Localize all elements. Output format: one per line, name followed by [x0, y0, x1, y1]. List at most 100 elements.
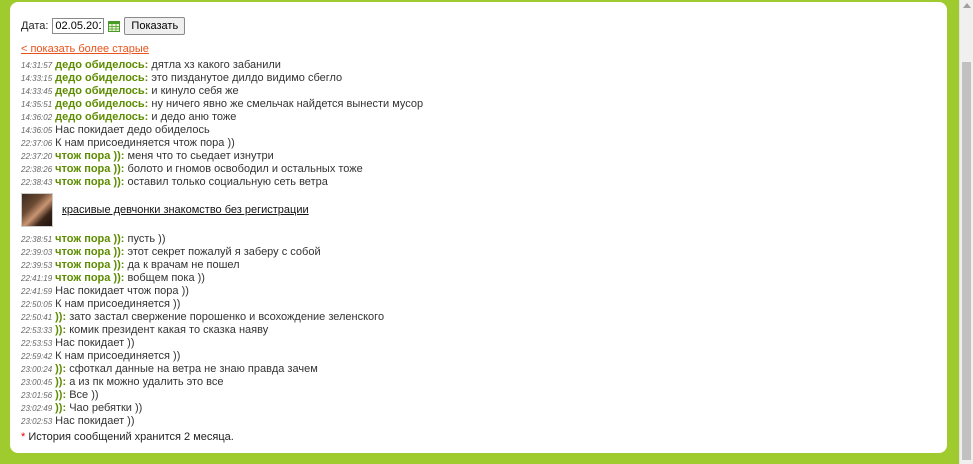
message-time: 14:36:02: [21, 113, 53, 122]
message-nick[interactable]: )):: [55, 311, 66, 323]
message-row: 14:31:57 дедо обиделось: дятла хз какого …: [21, 59, 921, 72]
date-label: Дата:: [21, 20, 49, 32]
message-row: 14:33:15 дедо обиделось: это пизданутое д…: [21, 72, 921, 85]
message-nick[interactable]: дедо обиделось:: [55, 85, 148, 97]
message-text: Нас покидает )): [55, 415, 135, 427]
message-row: 22:39:53 чтож пора )): да к врачам не пош…: [21, 259, 921, 272]
ad-photo[interactable]: [21, 193, 53, 227]
message-time: 14:33:45: [21, 87, 53, 96]
message-time: 22:53:33: [21, 326, 53, 335]
ad-link[interactable]: красивые девчонки знакомство без регистр…: [62, 204, 309, 216]
message-time: 23:02:53: [21, 417, 53, 426]
message-nick[interactable]: чтож пора )):: [55, 233, 124, 245]
message-row: 23:02:53 Нас покидает )): [21, 415, 921, 428]
message-time: 22:53:53: [21, 339, 53, 348]
message-nick[interactable]: )):: [55, 389, 66, 401]
scroll-up-icon[interactable]: [963, 3, 971, 8]
message-time: 23:01:56: [21, 391, 53, 400]
message-text: Нас покидает чтож пора )): [55, 285, 189, 297]
message-text: К нам присоединяется )): [55, 298, 181, 310]
date-input[interactable]: [52, 18, 105, 34]
message-time: 23:00:24: [21, 365, 53, 374]
message-text: Чао ребятки )): [69, 402, 143, 414]
ad-block: красивые девчонки знакомство без регистр…: [21, 192, 921, 228]
message-list: 14:31:57 дедо обиделось: дятла хз какого …: [21, 59, 921, 428]
message-text: этот секрет пожалуй я заберу с собой: [127, 246, 321, 258]
message-time: 22:37:20: [21, 152, 53, 161]
message-nick[interactable]: )):: [55, 363, 66, 375]
history-note: * История сообщений хранится 2 месяца.: [21, 431, 234, 443]
vertical-scrollbar[interactable]: [959, 0, 973, 464]
message-text: Нас покидает дедо обиделось: [55, 124, 210, 136]
message-nick[interactable]: дедо обиделось:: [55, 72, 148, 84]
message-nick[interactable]: чтож пора )):: [55, 163, 124, 175]
scrollbar-thumb[interactable]: [962, 62, 971, 460]
message-row: 14:36:02 дедо обиделось: и дедо аню тоже: [21, 111, 921, 124]
message-nick[interactable]: )):: [55, 324, 66, 336]
message-time: 22:41:59: [21, 287, 53, 296]
message-row: 22:38:26 чтож пора )): болото и гномов ос…: [21, 163, 921, 176]
message-row: 22:37:06 К нам присоединяется чтож пора )…: [21, 137, 921, 150]
message-row: 22:38:43 чтож пора )): оставил только соц…: [21, 176, 921, 189]
date-filter: Дата: Показать: [21, 16, 186, 36]
message-time: 22:39:53: [21, 261, 53, 270]
message-text: дятла хз какого забанили: [151, 59, 281, 71]
message-text: Нас покидает )): [55, 337, 135, 349]
message-text: пусть )): [127, 233, 166, 245]
message-nick[interactable]: )):: [55, 402, 66, 414]
message-time: 14:31:57: [21, 61, 53, 70]
message-row: 23:00:45)): а из пк можно удалить это вс…: [21, 376, 921, 389]
message-row: 14:33:45 дедо обиделось: и кинуло себя же: [21, 85, 921, 98]
message-time: 14:35:51: [21, 100, 53, 109]
chat-history-panel: Дата: Показать < показать более старые 1…: [10, 2, 947, 453]
message-text: Все )): [69, 389, 99, 401]
message-time: 22:50:05: [21, 300, 53, 309]
message-row: 22:38:51 чтож пора )): пусть )): [21, 233, 921, 246]
message-row: 22:41:19 чтож пора )): вобщем пока )): [21, 272, 921, 285]
message-text: болото и гномов освободил и остальных то…: [127, 163, 363, 175]
message-time: 14:33:15: [21, 74, 53, 83]
message-row: 22:53:33)): комик президент какая то ска…: [21, 324, 921, 337]
message-text: и дедо аню тоже: [151, 111, 237, 123]
message-nick[interactable]: дедо обиделось:: [55, 111, 148, 123]
message-text: комик президент какая то сказка наяву: [69, 324, 269, 336]
message-row: 22:41:59 Нас покидает чтож пора )): [21, 285, 921, 298]
message-row: 23:02:49)): Чао ребятки )): [21, 402, 921, 415]
message-text: это пизданутое дилдо видимо сбегло: [151, 72, 343, 84]
message-row: 22:37:20 чтож пора )): меня что то сьедае…: [21, 150, 921, 163]
message-text: а из пк можно удалить это все: [69, 376, 224, 388]
message-nick[interactable]: чтож пора )):: [55, 259, 124, 271]
message-row: 22:39:03 чтож пора )): этот секрет пожалу…: [21, 246, 921, 259]
message-nick[interactable]: дедо обиделось:: [55, 98, 148, 110]
message-nick[interactable]: чтож пора )):: [55, 272, 124, 284]
show-button[interactable]: Показать: [124, 17, 186, 35]
message-row: 14:35:51 дедо обиделось: ну ничего явно ж…: [21, 98, 921, 111]
message-time: 22:39:03: [21, 248, 53, 257]
message-nick[interactable]: чтож пора )):: [55, 246, 124, 258]
message-row: 22:59:42 К нам присоединяется )): [21, 350, 921, 363]
message-time: 14:36:05: [21, 126, 53, 135]
message-time: 22:38:43: [21, 178, 53, 187]
message-nick[interactable]: чтож пора )):: [55, 150, 124, 162]
message-row: 22:50:05 К нам присоединяется )): [21, 298, 921, 311]
message-text: ну ничего явно же смельчак найдется выне…: [151, 98, 424, 110]
message-nick[interactable]: дедо обиделось:: [55, 59, 148, 71]
message-time: 22:41:19: [21, 274, 53, 283]
message-text: сфоткал данные на ветра не знаю правда з…: [69, 363, 318, 375]
message-text: К нам присоединяется )): [55, 350, 181, 362]
message-row: 23:01:56)): Все )): [21, 389, 921, 402]
calendar-icon[interactable]: [108, 20, 121, 32]
message-text: зато застал свержение порошенко и всохож…: [69, 311, 385, 323]
message-row: 23:00:24)): сфоткал данные на ветра не з…: [21, 363, 921, 376]
message-text: и кинуло себя же: [151, 85, 239, 97]
message-text: вобщем пока )): [127, 272, 205, 284]
message-row: 22:53:53 Нас покидает )): [21, 337, 921, 350]
message-time: 22:38:26: [21, 165, 53, 174]
message-time: 22:50:41: [21, 313, 53, 322]
message-time: 23:02:49: [21, 404, 53, 413]
message-nick[interactable]: чтож пора )):: [55, 176, 124, 188]
show-older-link[interactable]: < показать более старые: [21, 43, 149, 55]
note-text: История сообщений хранится 2 месяца.: [25, 431, 234, 443]
message-text: да к врачам не пошел: [127, 259, 240, 271]
message-nick[interactable]: )):: [55, 376, 66, 388]
